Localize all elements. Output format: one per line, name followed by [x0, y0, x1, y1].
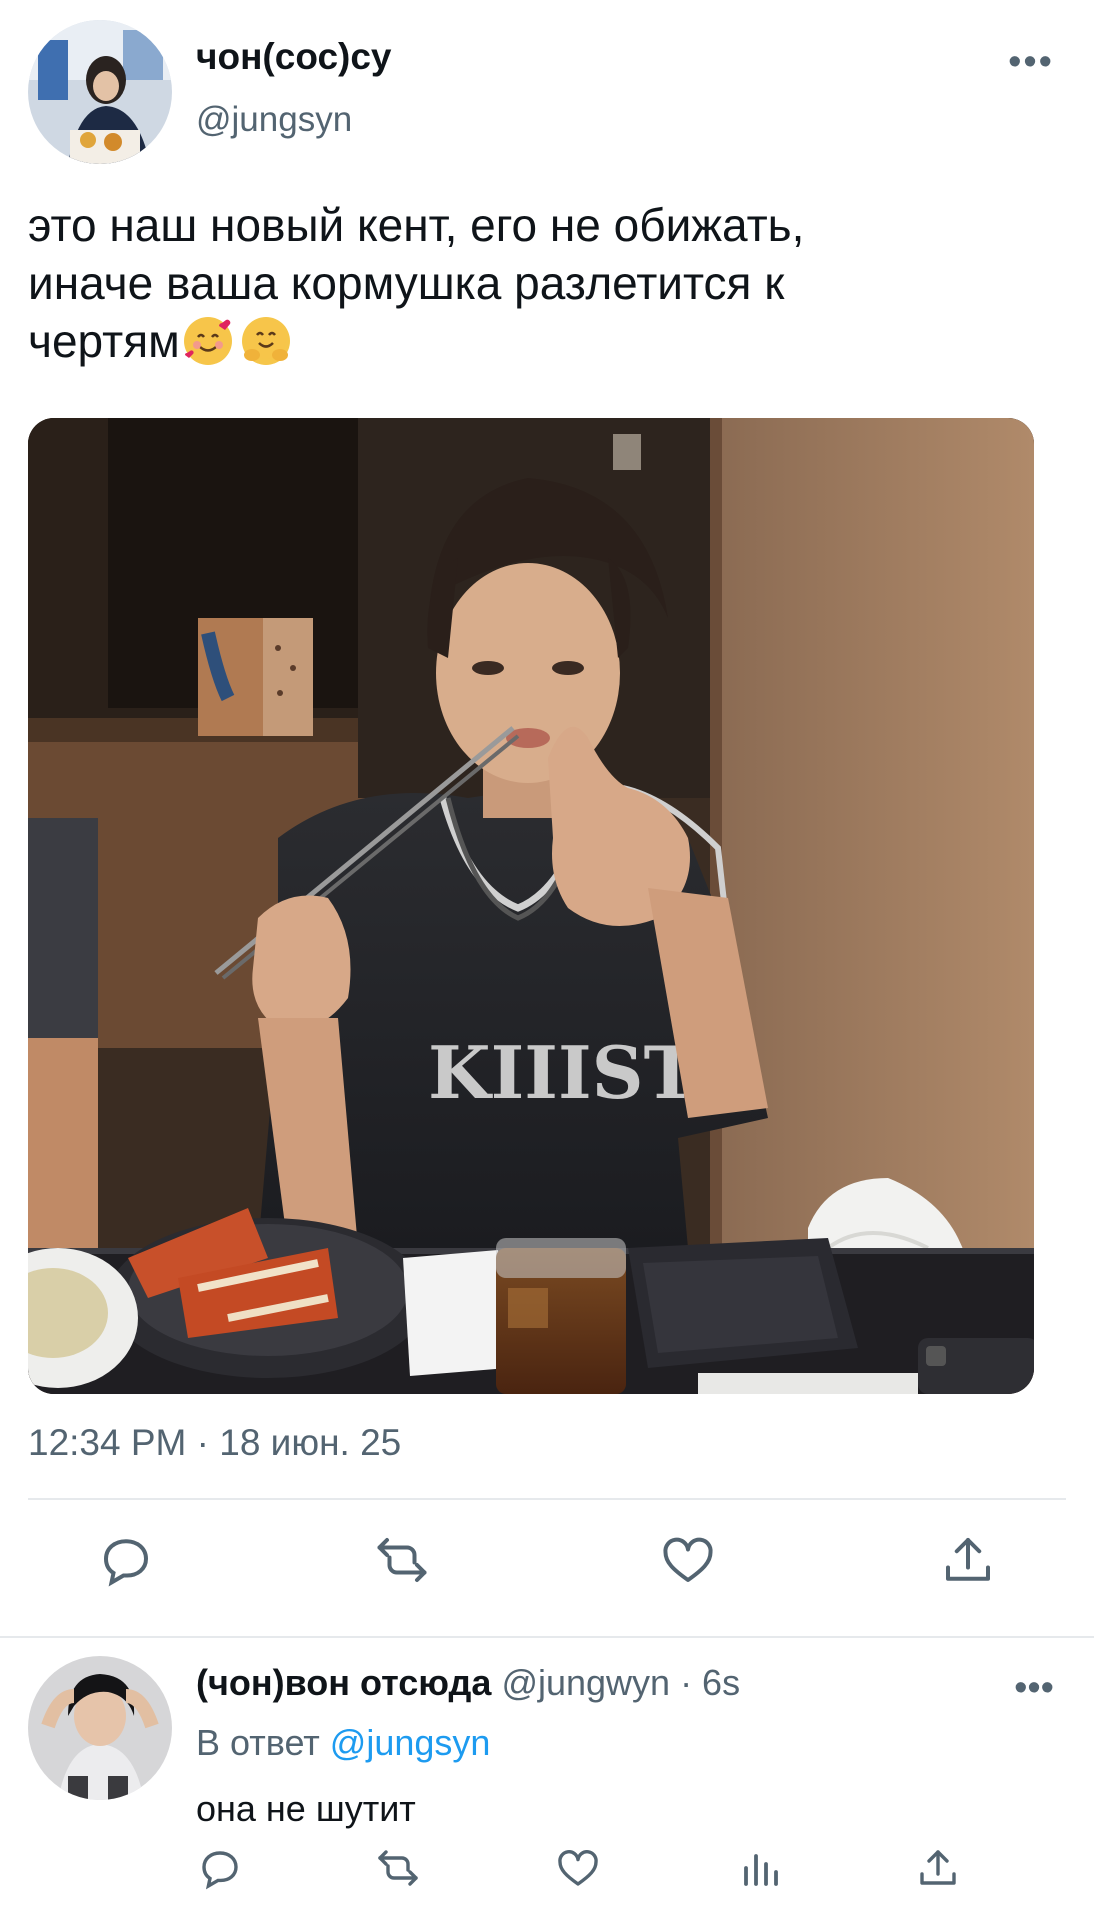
- tweet-text-line: чертям: [28, 312, 1038, 370]
- author-handle[interactable]: @jungsyn: [196, 100, 352, 140]
- share-icon[interactable]: [914, 1844, 962, 1892]
- reply-author-avatar[interactable]: [28, 1656, 172, 1800]
- analytics-icon[interactable]: [736, 1844, 784, 1892]
- replying-to-prefix: В ответ: [196, 1722, 320, 1763]
- tweet-actions: [0, 1530, 1094, 1610]
- smiling-face-with-hearts-icon: [183, 317, 232, 365]
- reply-header: (чон)вон отсюда @jungwyn · 6s: [196, 1662, 740, 1704]
- reply-text: она не шутит: [196, 1788, 416, 1829]
- reply-actions: [0, 1844, 1094, 1904]
- author-display-name[interactable]: чон(сос)су: [196, 36, 392, 78]
- svg-text:KIIIST: KIIIST: [428, 1030, 697, 1115]
- reply-tweet[interactable]: (чон)вон отсюда @jungwyn · 6s ••• В отве…: [0, 1636, 1094, 1920]
- reply-more-options-icon[interactable]: •••: [1014, 1669, 1054, 1707]
- retweet-icon[interactable]: [372, 1530, 432, 1590]
- retweet-icon[interactable]: [374, 1844, 422, 1892]
- hugging-face-icon: [241, 317, 290, 365]
- tweet-text-line-3: чертям: [28, 315, 180, 367]
- reply-author-meta[interactable]: @jungwyn · 6s: [501, 1662, 740, 1703]
- main-tweet: чон(сос)су @jungsyn ••• это наш новый ке…: [0, 0, 1094, 1635]
- replying-to-link[interactable]: @jungsyn: [330, 1722, 491, 1763]
- share-icon[interactable]: [938, 1530, 998, 1590]
- author-avatar[interactable]: [28, 20, 172, 164]
- reply-icon[interactable]: [96, 1530, 156, 1590]
- divider: [28, 1498, 1066, 1500]
- like-icon[interactable]: [658, 1530, 718, 1590]
- reply-icon[interactable]: [196, 1844, 244, 1892]
- tweet-timestamp[interactable]: 12:34 PM · 18 июн. 25: [28, 1422, 401, 1464]
- tweet-text-line: иначе ваша кормушка разлетится к: [28, 257, 785, 309]
- replying-to: В ответ @jungsyn: [196, 1722, 490, 1764]
- tweet-text-line: это наш новый кент, его не обижать,: [28, 199, 805, 251]
- like-icon[interactable]: [554, 1844, 602, 1892]
- tweet-photo[interactable]: KIIIST: [28, 418, 1034, 1394]
- tweet-text: это наш новый кент, его не обижать, инач…: [28, 196, 1038, 370]
- reply-author-display-name[interactable]: (чон)вон отсюда: [196, 1662, 491, 1703]
- more-options-icon[interactable]: •••: [1008, 43, 1054, 81]
